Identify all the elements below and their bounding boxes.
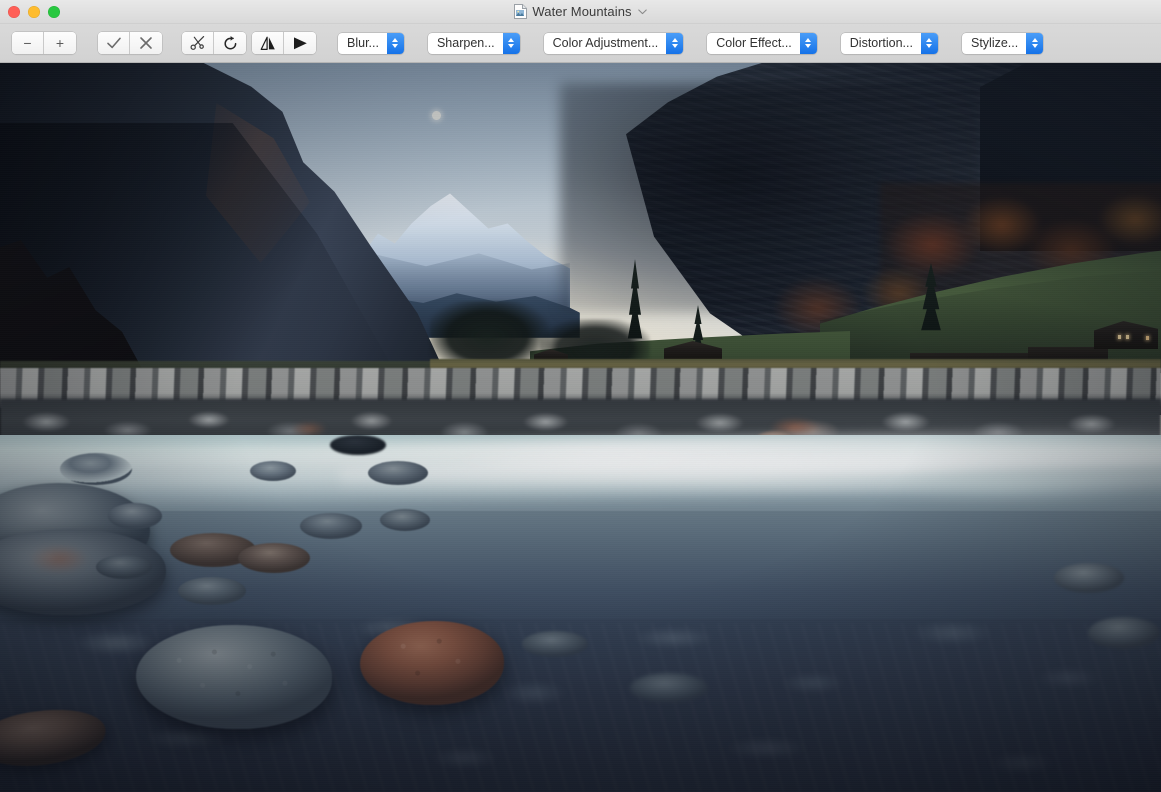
window-title: Water Mountains (532, 4, 632, 19)
crop-button[interactable] (182, 32, 214, 54)
lit-window (1118, 335, 1121, 339)
photo-water-mountains[interactable] (0, 63, 1161, 792)
zoom-out-button[interactable]: − (12, 32, 44, 54)
popup-stepper-arrows[interactable] (1026, 32, 1044, 54)
chevron-up-icon (508, 38, 515, 42)
chevron-down-icon[interactable] (637, 8, 647, 17)
close-x-icon (139, 36, 153, 50)
river-rock (238, 543, 310, 573)
flip-button-group (252, 32, 316, 54)
sharpen-popup[interactable]: Sharpen... (427, 32, 520, 54)
document-image-icon (514, 4, 528, 19)
traffic-light-buttons (8, 0, 60, 23)
color-adjustment-popup[interactable]: Color Adjustment... (543, 32, 684, 54)
river-rock (380, 509, 430, 531)
color-effect-popup-label: Color Effect... (716, 36, 792, 50)
dark-rock-midriver (330, 435, 386, 455)
cancel-button[interactable] (130, 32, 162, 54)
river-rock-right (1054, 563, 1124, 593)
boulder-rust-texture (360, 621, 504, 705)
blur-popup-label: Blur... (347, 36, 379, 50)
window-title-group: Water Mountains (0, 0, 1161, 23)
chevron-down-icon (671, 44, 678, 48)
scissors-icon (190, 35, 206, 51)
rotate-ccw-icon (222, 35, 239, 52)
blur-popup[interactable]: Blur... (338, 32, 404, 54)
confirm-button-group (98, 32, 162, 54)
chevron-up-icon (671, 38, 678, 42)
river-rock (60, 453, 132, 485)
flip-vertical-button[interactable] (284, 32, 316, 54)
rotate-button[interactable] (214, 32, 246, 54)
zoom-button-group: − + (12, 32, 76, 54)
chevron-down-icon (1031, 44, 1038, 48)
color-effect-popup[interactable]: Color Effect... (707, 32, 817, 54)
chevron-down-icon (805, 44, 812, 48)
chevron-down-icon (926, 44, 933, 48)
submerged-rock (630, 673, 708, 703)
flip-vertical-icon (291, 36, 309, 51)
app-window: Water Mountains − + Blur... Sharpen... C… (0, 0, 1161, 792)
popup-stepper-arrows[interactable] (502, 32, 520, 54)
lit-window (1146, 336, 1149, 340)
flip-horizontal-button[interactable] (252, 32, 284, 54)
submerged-rock (522, 631, 588, 657)
river-rock (250, 461, 296, 481)
chevron-down-icon (508, 44, 515, 48)
river-rock (300, 513, 362, 539)
river-rock (368, 461, 428, 485)
minimize-window-button[interactable] (28, 5, 40, 18)
filter-popup-buttons: Blur... Sharpen... Color Adjustment... C… (338, 32, 1044, 54)
popup-stepper-arrows[interactable] (799, 32, 817, 54)
flip-horizontal-icon (259, 36, 277, 51)
distortion-popup[interactable]: Distortion... (840, 32, 938, 54)
river-rock (178, 577, 246, 605)
close-window-button[interactable] (8, 5, 20, 18)
popup-stepper-arrows[interactable] (666, 32, 684, 54)
zoom-in-button[interactable]: + (44, 32, 76, 54)
boulder-center-texture (136, 625, 332, 729)
water-foam-highlight (380, 447, 800, 473)
chevron-down-icon (392, 44, 399, 48)
minus-icon: − (23, 35, 32, 51)
chevron-up-icon (1031, 38, 1038, 42)
river-rock-right (1088, 617, 1160, 649)
lit-window (1126, 335, 1129, 339)
popup-stepper-arrows[interactable] (386, 32, 404, 54)
title-bar: Water Mountains (0, 0, 1161, 24)
chevron-up-icon (805, 38, 812, 42)
chevron-up-icon (392, 38, 399, 42)
image-canvas[interactable] (0, 63, 1161, 792)
edit-button-group (182, 32, 246, 54)
stylize-popup-label: Stylize... (970, 36, 1019, 50)
color-adjustment-popup-label: Color Adjustment... (552, 36, 659, 50)
chevron-up-icon (926, 38, 933, 42)
stylize-popup[interactable]: Stylize... (961, 32, 1044, 54)
boulder-rust-patch (20, 541, 98, 577)
toolbar: − + Blur... Sharpen... Color Adjustment.… (0, 24, 1161, 63)
plus-icon: + (55, 35, 65, 51)
checkmark-icon (106, 36, 122, 50)
sharpen-popup-label: Sharpen... (436, 36, 495, 50)
apply-button[interactable] (98, 32, 130, 54)
river-rock (108, 503, 162, 529)
maximize-window-button[interactable] (48, 5, 60, 18)
distortion-popup-label: Distortion... (849, 36, 913, 50)
crescent-moon (432, 111, 441, 120)
river-rock (96, 555, 152, 579)
popup-stepper-arrows[interactable] (920, 32, 938, 54)
water-highlight-right (820, 463, 1161, 507)
